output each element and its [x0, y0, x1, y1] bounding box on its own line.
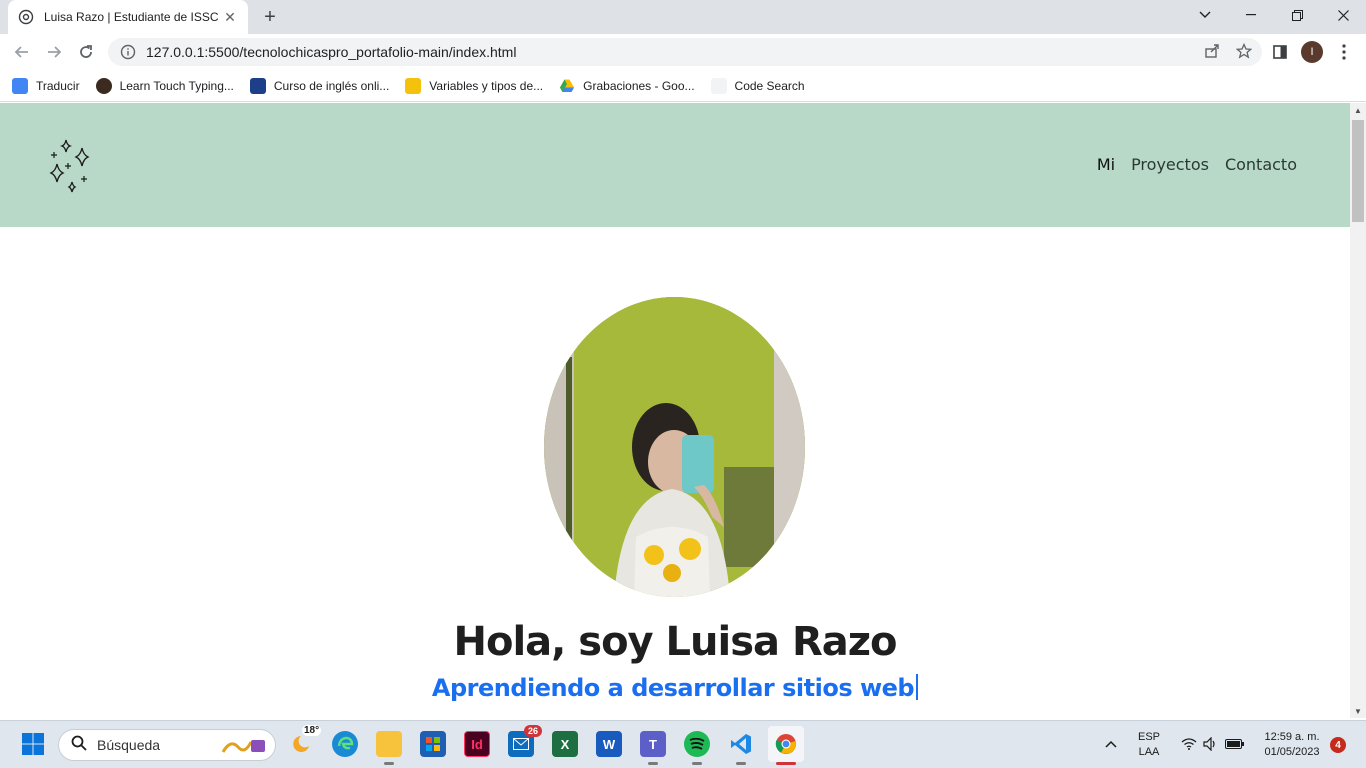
indesign-icon[interactable]: Id: [464, 731, 490, 757]
language-indicator[interactable]: ESP LAA: [1130, 730, 1168, 760]
hero-subtitle: Aprendiendo a desarrollar sitios web: [0, 674, 1350, 702]
tab-strip: Luisa Razo | Estudiante de ISSC ✕ +: [0, 0, 1366, 34]
chrome-active-indicator: [776, 762, 796, 765]
code-search-icon: [710, 77, 727, 94]
spotify-icon[interactable]: [684, 731, 710, 757]
notification-badge[interactable]: 4: [1330, 737, 1346, 753]
profile-photo: [544, 297, 805, 597]
weather-temp: 18°: [302, 725, 322, 736]
vscode-icon[interactable]: [728, 731, 754, 757]
clock[interactable]: 12:59 a. m. 01/05/2023: [1252, 730, 1332, 760]
chrome-active-icon[interactable]: [768, 726, 804, 762]
profile-avatar[interactable]: I: [1300, 40, 1324, 64]
tab-title: Luisa Razo | Estudiante de ISSC: [44, 10, 219, 24]
sparkles-logo-icon[interactable]: [46, 137, 92, 193]
vscode-running-indicator: [736, 762, 746, 765]
nav-link-contacto[interactable]: Contacto: [1225, 155, 1297, 174]
tab-search-icon[interactable]: [1182, 0, 1228, 30]
edge-icon[interactable]: [332, 731, 358, 757]
code-brackets-icon: [405, 77, 422, 94]
scroll-up-arrow-icon[interactable]: ▲: [1350, 103, 1366, 117]
bookmark-grabaciones[interactable]: Grabaciones - Goo...: [559, 78, 695, 94]
excel-icon[interactable]: X: [552, 731, 578, 757]
spotify-running-indicator: [692, 762, 702, 765]
share-icon[interactable]: [1204, 43, 1220, 64]
site-header: Mi Proyectos Contacto: [0, 103, 1350, 227]
word-icon[interactable]: W: [596, 731, 622, 757]
explorer-running-indicator: [384, 762, 394, 765]
page-viewport: Mi Proyectos Contacto Hola, soy Luisa Ra…: [0, 103, 1350, 718]
google-translate-icon: [12, 77, 28, 94]
hero-title: Hola, soy Luisa Razo: [453, 619, 897, 665]
close-tab-icon[interactable]: ✕: [222, 9, 238, 25]
side-panel-icon[interactable]: [1268, 40, 1292, 64]
url-text[interactable]: 127.0.0.1:5500/tecnolochicaspro_portafol…: [146, 44, 516, 60]
search-highlight-icon: [221, 736, 267, 761]
address-bar[interactable]: 127.0.0.1:5500/tecnolochicaspro_portafol…: [108, 38, 1262, 66]
globe-icon: [18, 9, 34, 25]
browser-tab[interactable]: Luisa Razo | Estudiante de ISSC ✕: [8, 0, 248, 34]
typing-avatar-icon: [95, 77, 112, 94]
teams-running-indicator: [648, 762, 658, 765]
bookmark-learn-touch-typing[interactable]: Learn Touch Typing...: [95, 77, 234, 94]
bookmark-star-icon[interactable]: [1235, 42, 1253, 64]
hero-section: Hola, soy Luisa Razo Aprendiendo a desar…: [0, 227, 1350, 718]
site-info-icon[interactable]: [120, 44, 136, 60]
file-explorer-icon[interactable]: [376, 731, 402, 757]
menu-kebab-icon[interactable]: [1332, 40, 1356, 64]
typing-caret: [916, 674, 919, 700]
scroll-down-arrow-icon[interactable]: ▼: [1350, 704, 1366, 718]
mail-badge: 26: [523, 725, 542, 737]
page-scrollbar[interactable]: ▲ ▼: [1350, 103, 1366, 718]
reload-icon[interactable]: [72, 38, 100, 66]
scrollbar-thumb[interactable]: [1352, 120, 1364, 222]
forward-arrow-icon[interactable]: [40, 38, 68, 66]
weather-icon[interactable]: 18°: [290, 725, 322, 757]
close-window-icon[interactable]: [1320, 0, 1366, 30]
minimize-icon[interactable]: [1228, 0, 1274, 30]
volume-icon[interactable]: [1198, 731, 1224, 757]
main-nav: Mi Proyectos Contacto: [1097, 155, 1297, 174]
search-placeholder: Búsqueda: [97, 737, 161, 753]
new-tab-button[interactable]: +: [258, 6, 282, 28]
taskbar-search[interactable]: Búsqueda: [58, 729, 276, 761]
flag-icon: [249, 77, 266, 94]
teams-icon[interactable]: T: [640, 731, 666, 757]
restore-icon[interactable]: [1274, 0, 1320, 30]
nav-link-proyectos[interactable]: Proyectos: [1131, 155, 1209, 174]
windows-taskbar: Búsqueda 18° Id 26 X W T ESP LAA 12:59 a…: [0, 720, 1366, 768]
windows-start-icon[interactable]: [20, 731, 46, 757]
mail-icon[interactable]: 26: [508, 725, 542, 757]
bookmark-code-search[interactable]: Code Search: [710, 77, 805, 94]
battery-icon[interactable]: [1222, 731, 1248, 757]
nav-link-mi[interactable]: Mi: [1097, 155, 1115, 174]
typed-text: Aprendiendo a desarrollar sitios web: [431, 674, 915, 702]
bookmark-variables[interactable]: Variables y tipos de...: [405, 77, 543, 94]
back-arrow-icon[interactable]: [8, 38, 36, 66]
bookmark-curso-ingles[interactable]: Curso de inglés onli...: [249, 77, 389, 94]
bookmark-traducir[interactable]: Traducir: [12, 77, 80, 94]
google-drive-icon: [559, 78, 575, 94]
show-hidden-icons-chevron-icon[interactable]: [1098, 731, 1124, 757]
browser-toolbar: 127.0.0.1:5500/tecnolochicaspro_portafol…: [0, 34, 1366, 70]
microsoft-store-icon[interactable]: [420, 731, 446, 757]
search-icon: [71, 735, 87, 756]
bookmarks-bar: Traducir Learn Touch Typing... Curso de …: [0, 70, 1366, 102]
